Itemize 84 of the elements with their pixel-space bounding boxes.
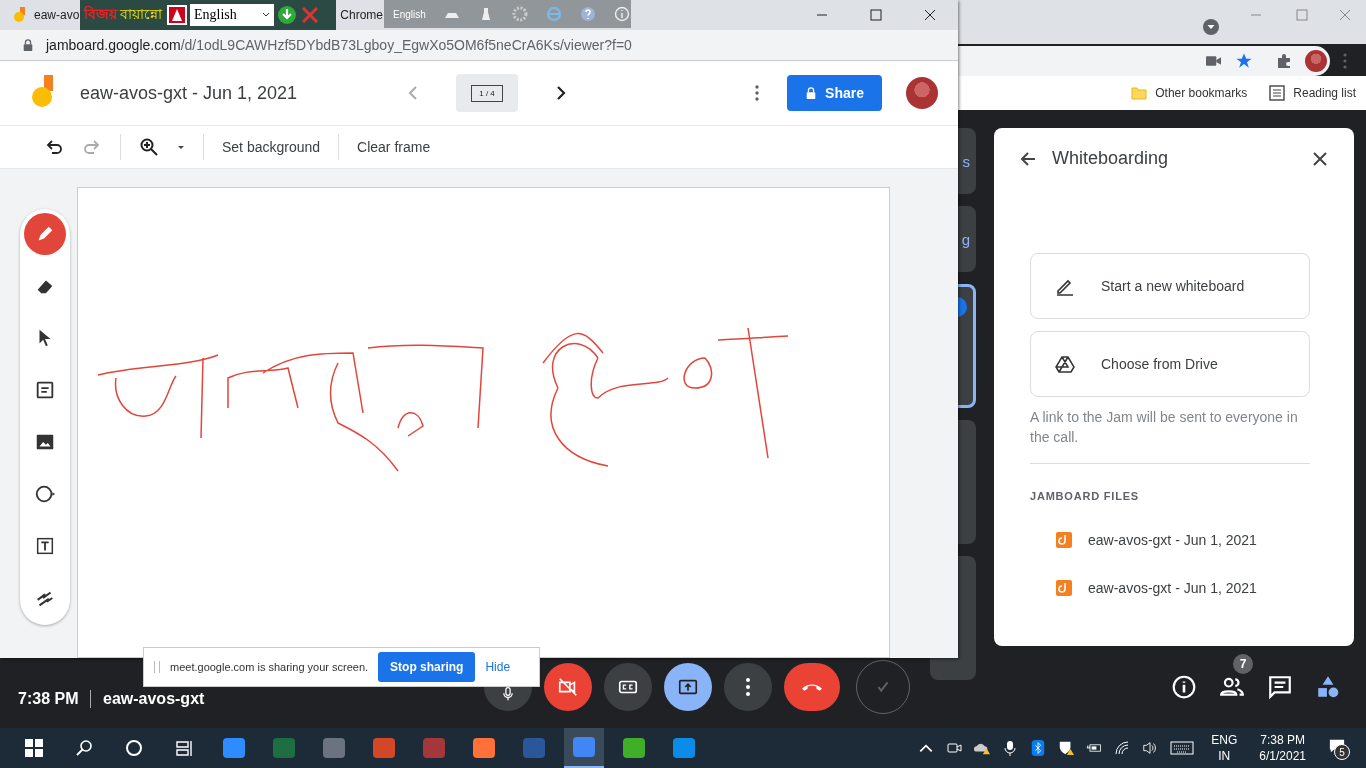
- camera-off-button[interactable]: [544, 663, 592, 711]
- panel-title: Whiteboarding: [1052, 148, 1170, 169]
- input-region[interactable]: IN: [1218, 749, 1231, 763]
- lock-icon: [22, 39, 34, 51]
- download-icon[interactable]: [277, 5, 297, 25]
- toolbar-button[interactable]: Clear frame: [357, 139, 431, 155]
- caret-icon: [262, 11, 270, 19]
- participant-count-badge: 7: [1233, 654, 1253, 674]
- input-language[interactable]: ENG: [1211, 733, 1238, 747]
- webcam-icon[interactable]: [946, 740, 963, 756]
- more-icon: [745, 677, 751, 697]
- file-item[interactable]: eaw-avos-gxt - Jun 1, 2021: [1056, 564, 1330, 612]
- camera-off-icon: [557, 676, 579, 698]
- puzzle-icon[interactable]: [1276, 53, 1292, 69]
- document-title: eaw-avos-gxt - Jun 1, 2021: [80, 82, 299, 104]
- notification-count-badge: 5: [1334, 744, 1350, 760]
- toolbar-button[interactable]: Set background: [222, 139, 321, 155]
- pen-tool-button[interactable]: [24, 213, 66, 255]
- more-button[interactable]: [724, 663, 772, 711]
- letter-a-icon[interactable]: [167, 5, 187, 25]
- tile-label: g: [961, 230, 970, 248]
- folder-icon: [1131, 85, 1148, 101]
- speaker-icon[interactable]: [1142, 740, 1159, 756]
- more-icon[interactable]: [1343, 53, 1347, 69]
- video-camera-icon[interactable]: [1206, 55, 1221, 67]
- hide-link[interactable]: Hide: [485, 660, 511, 674]
- maximize-icon[interactable]: [870, 9, 882, 21]
- action-button[interactable]: Start a new whiteboard: [1030, 253, 1310, 319]
- shield-warning-icon[interactable]: [1058, 740, 1075, 756]
- bluetooth-icon[interactable]: [1030, 740, 1047, 756]
- jamboard-file-icon: [1056, 532, 1072, 548]
- keyboard-icon[interactable]: [1170, 740, 1195, 756]
- list-icon: [1269, 85, 1286, 101]
- triangle-icon: [1055, 354, 1075, 374]
- bookmark-item[interactable]: Other bookmarks: [1131, 85, 1248, 101]
- circle-icon: [34, 483, 56, 505]
- shapes-icon[interactable]: [1315, 674, 1341, 700]
- file-item[interactable]: eaw-avos-gxt - Jun 1, 2021: [1056, 516, 1330, 564]
- check-button[interactable]: [856, 660, 910, 714]
- window-title: Chrome: [340, 8, 384, 22]
- drag-handle[interactable]: [154, 661, 160, 673]
- bookmark-item[interactable]: Reading list: [1269, 85, 1356, 101]
- app-logo-text: বিজয়: [84, 4, 117, 24]
- star-icon[interactable]: [1235, 52, 1253, 70]
- meeting-time: 7:38 PM: [18, 690, 79, 708]
- microphone-icon[interactable]: [1002, 740, 1019, 756]
- undo-icon[interactable]: [44, 137, 64, 157]
- captions-button[interactable]: [604, 663, 652, 711]
- help-icon[interactable]: [579, 6, 596, 22]
- jamboard-logo-icon: [12, 7, 28, 23]
- caret-icon[interactable]: [177, 143, 185, 151]
- more-icon[interactable]: [755, 85, 760, 101]
- section-heading: JAMBOARD FILES: [1030, 490, 1140, 502]
- address-bar[interactable]: [958, 46, 1330, 76]
- url-text: jamboard.google.com/d/1odL9CAWHzf5DYbdB73Lgboy_EgwXo5OM6f5neCrA6Ks/viewer?f=0: [46, 37, 632, 53]
- clock-time[interactable]: 7:38 PM: [1260, 733, 1305, 747]
- stop-sharing-button[interactable]: Stop sharing: [378, 652, 476, 682]
- tile-label: s: [962, 152, 970, 170]
- phone-hang-up-icon: [801, 682, 823, 692]
- frame-counter[interactable]: 1 / 4: [456, 74, 518, 112]
- chat-icon[interactable]: [1267, 674, 1293, 700]
- avatar[interactable]: [906, 77, 938, 109]
- url-bar[interactable]: jamboard.google.com/d/1odL9CAWHzf5DYbdB73Lgboy_EgwXo5OM6f5neCrA6Ks/viewer?f=0: [0, 30, 958, 61]
- info-text: A link to the Jam will be sent to everyone in the call.: [1030, 408, 1299, 447]
- bookmark-label: Other bookmarks: [1155, 86, 1248, 100]
- dropdown-icon[interactable]: [1203, 19, 1219, 35]
- zoom-icon[interactable]: [139, 137, 159, 157]
- clock-date[interactable]: 6/1/2021: [1259, 749, 1306, 763]
- leave-button[interactable]: [784, 663, 840, 711]
- close-icon[interactable]: [924, 9, 936, 21]
- bookmark-label: Reading list: [1293, 86, 1356, 100]
- app-name: বায়ান্নো: [120, 5, 162, 24]
- layout-dropdown[interactable]: English: [190, 4, 274, 26]
- present-button[interactable]: [664, 663, 712, 711]
- share-button[interactable]: Share: [787, 75, 882, 111]
- meeting-name: eaw-avos-gxt: [103, 690, 205, 708]
- sticky-note-icon: [34, 379, 56, 401]
- sharing-message: meet.google.com is sharing your screen.: [170, 661, 369, 673]
- text-box-icon: [34, 535, 56, 557]
- tab-title[interactable]: eaw-avo: [34, 8, 80, 22]
- action-button[interactable]: Choose from Drive: [1030, 331, 1310, 397]
- lock-icon: [805, 87, 818, 99]
- wifi-icon[interactable]: [1114, 740, 1131, 756]
- jamboard-file-icon: [1056, 580, 1072, 596]
